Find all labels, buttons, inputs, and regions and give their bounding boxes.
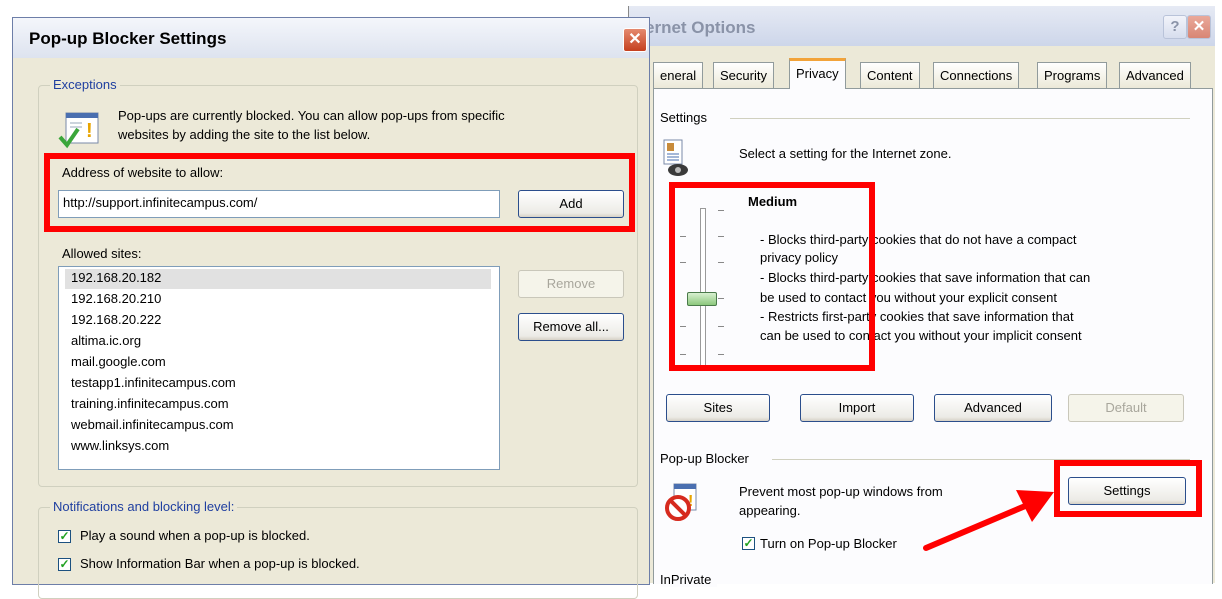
popup-description: appearing.	[739, 503, 801, 518]
turn-on-popup-blocker-checkbox[interactable]: ✓	[742, 537, 755, 550]
tab-general[interactable]: eneral	[653, 62, 704, 88]
tab-content[interactable]: Content	[860, 62, 920, 88]
allowed-sites-label: Allowed sites:	[62, 246, 142, 261]
notifications-group-label: Notifications and blocking level:	[50, 499, 238, 514]
remove-all-button[interactable]: Remove all...	[518, 313, 624, 341]
remove-button[interactable]: Remove	[518, 270, 624, 298]
inprivate-group-label: InPrivate	[660, 572, 718, 587]
exceptions-info-icon: !	[58, 112, 99, 149]
advanced-button[interactable]: Advanced	[934, 394, 1052, 422]
svg-text:!: !	[86, 120, 93, 142]
allowed-sites-list[interactable]: 192.168.20.182 192.168.20.210 192.168.20…	[58, 266, 500, 470]
window-title: ernet Options	[645, 18, 756, 37]
settings-group-label: Settings	[660, 110, 713, 125]
popup-blocker-group-label: Pop-up Blocker	[660, 451, 755, 466]
list-item[interactable]: mail.google.com	[71, 354, 166, 369]
sites-button[interactable]: Sites	[666, 394, 770, 422]
list-item[interactable]: 192.168.20.182	[71, 270, 161, 285]
close-button[interactable]: ✕	[623, 28, 647, 52]
notifications-group	[38, 507, 638, 599]
list-item[interactable]: www.linksys.com	[71, 438, 169, 453]
help-button[interactable]: ?	[1163, 15, 1187, 39]
tab-connections[interactable]: Connections	[933, 62, 1020, 88]
import-button[interactable]: Import	[800, 394, 914, 422]
default-button[interactable]: Default	[1068, 394, 1184, 422]
exceptions-group-label: Exceptions	[50, 77, 120, 92]
list-item[interactable]: altima.ic.org	[71, 333, 141, 348]
zone-description: Select a setting for the Internet zone.	[739, 146, 952, 161]
list-item[interactable]: 192.168.20.222	[71, 312, 161, 327]
internet-options-titlebar[interactable]: ernet Options ? ✕	[629, 6, 1215, 46]
list-item[interactable]: training.infinitecampus.com	[71, 396, 229, 411]
dialog-titlebar[interactable]: Pop-up Blocker Settings ✕	[13, 18, 649, 58]
tab-programs[interactable]: Programs	[1037, 62, 1108, 88]
list-item[interactable]: testapp1.infinitecampus.com	[71, 375, 236, 390]
list-item[interactable]: webmail.infinitecampus.com	[71, 417, 234, 432]
show-infobar-label: Show Information Bar when a pop-up is bl…	[80, 556, 360, 571]
turn-on-popup-blocker-label: Turn on Pop-up Blocker	[760, 536, 897, 551]
privacy-zone-icon	[663, 139, 688, 176]
exceptions-info-text: websites by adding the site to the list …	[118, 127, 371, 142]
play-sound-label: Play a sound when a pop-up is blocked.	[80, 528, 310, 543]
red-arrow	[923, 490, 1054, 551]
settings-highlight-box	[1054, 460, 1202, 517]
dialog-title: Pop-up Blocker Settings	[29, 29, 227, 48]
popup-description: Prevent most pop-up windows from	[739, 484, 943, 499]
settings-divider	[730, 118, 1190, 119]
exceptions-info-text: Pop-ups are currently blocked. You can a…	[118, 108, 505, 123]
play-sound-checkbox[interactable]: ✓	[58, 530, 71, 543]
popup-blocker-icon: !	[665, 483, 697, 521]
slider-highlight-box	[669, 182, 875, 371]
show-infobar-checkbox[interactable]: ✓	[58, 558, 71, 571]
tab-security[interactable]: Security	[713, 62, 774, 88]
close-button[interactable]: ✕	[1187, 15, 1211, 39]
tab-privacy[interactable]: Privacy	[789, 58, 846, 89]
address-highlight-box	[44, 153, 635, 232]
tab-advanced[interactable]: Advanced	[1119, 62, 1191, 88]
list-item[interactable]: 192.168.20.210	[71, 291, 161, 306]
